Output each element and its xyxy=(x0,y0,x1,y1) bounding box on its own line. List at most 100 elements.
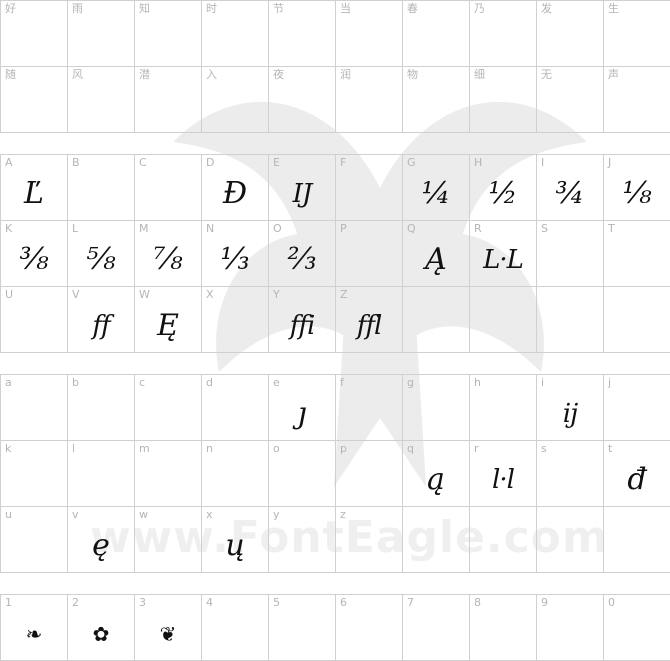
glyph-preview xyxy=(1,13,67,66)
glyph-preview xyxy=(135,519,201,572)
glyph-preview xyxy=(604,79,670,132)
glyph-preview xyxy=(604,607,670,660)
glyph-preview: ❦ xyxy=(159,621,177,646)
glyph-cell: - xyxy=(604,507,670,573)
glyph-preview xyxy=(1,299,67,352)
glyph-cell: g xyxy=(403,375,470,441)
glyph-preview: ⅛ xyxy=(622,175,652,211)
glyph-cell: tđ xyxy=(604,441,670,507)
glyph-preview xyxy=(336,387,402,440)
glyph-preview xyxy=(135,167,201,220)
glyph-preview xyxy=(403,607,469,660)
glyph-cell: 节 xyxy=(269,1,336,67)
glyph-cell: 当 xyxy=(336,1,403,67)
glyph-preview xyxy=(537,233,603,286)
glyph-cell: eȷ xyxy=(269,375,336,441)
glyph-preview xyxy=(403,13,469,66)
glyph-cell: E IJ xyxy=(269,155,336,221)
glyph-preview xyxy=(537,453,603,506)
glyph-cell: 发 xyxy=(537,1,604,67)
glyph-cell: 7 xyxy=(403,595,470,661)
glyph-cell: U xyxy=(1,287,68,353)
glyph-cell: 5 xyxy=(269,595,336,661)
glyph-preview: Ę xyxy=(157,307,179,343)
glyph-cell: G¼ xyxy=(403,155,470,221)
glyph-cell: 时 xyxy=(202,1,269,67)
glyph-preview xyxy=(135,387,201,440)
glyph-cell: l xyxy=(68,441,135,507)
glyph-cell: 生 xyxy=(604,1,670,67)
glyph-cell: - xyxy=(604,287,670,353)
glyph-cell: 随 xyxy=(1,67,68,133)
glyph-cell: 夜 xyxy=(269,67,336,133)
lowercase-glyph-grid: abcdeȷfghiijjklmnopqąrl·lstđuvęwxųyz---- xyxy=(0,374,670,573)
glyph-preview xyxy=(336,13,402,66)
glyph-preview: ę xyxy=(92,527,110,563)
glyph-preview: đ xyxy=(627,461,647,497)
glyph-preview xyxy=(403,79,469,132)
glyph-cell: j xyxy=(604,375,670,441)
glyph-cell: 入 xyxy=(202,67,269,133)
glyph-cell: J⅛ xyxy=(604,155,670,221)
glyph-cell: u xyxy=(1,507,68,573)
glyph-cell: i ij xyxy=(537,375,604,441)
glyph-preview xyxy=(537,79,603,132)
glyph-preview xyxy=(269,79,335,132)
glyph-cell: c xyxy=(135,375,202,441)
glyph-cell: F xyxy=(336,155,403,221)
glyph-preview: ⅜ xyxy=(19,241,49,277)
glyph-preview: Đ xyxy=(222,175,248,211)
glyph-preview xyxy=(470,607,536,660)
glyph-cell: 9 xyxy=(537,595,604,661)
glyph-cell: 8 xyxy=(470,595,537,661)
glyph-cell: 声 xyxy=(604,67,670,133)
glyph-cell: 春 xyxy=(403,1,470,67)
glyph-preview xyxy=(1,519,67,572)
glyph-preview xyxy=(336,167,402,220)
glyph-preview xyxy=(68,79,134,132)
glyph-preview: ⅞ xyxy=(153,241,183,277)
glyph-cell: a xyxy=(1,375,68,441)
glyph-preview xyxy=(604,387,670,440)
glyph-preview xyxy=(202,387,268,440)
glyph-cell: qą xyxy=(403,441,470,507)
glyph-cell: QĄ xyxy=(403,221,470,287)
glyph-cell: h xyxy=(470,375,537,441)
glyph-cell: 乃 xyxy=(470,1,537,67)
glyph-cell: 细 xyxy=(470,67,537,133)
glyph-preview xyxy=(470,387,536,440)
glyph-preview: ȷ xyxy=(297,395,307,431)
glyph-preview: IJ xyxy=(292,178,313,209)
glyph-cell: 6 xyxy=(336,595,403,661)
glyph-cell: AĽ xyxy=(1,155,68,221)
glyph-cell: Zffl xyxy=(336,287,403,353)
glyph-cell: Vff xyxy=(68,287,135,353)
glyph-cell: C xyxy=(135,155,202,221)
glyph-preview xyxy=(202,13,268,66)
glyph-preview: ų xyxy=(225,527,245,563)
glyph-cell: vę xyxy=(68,507,135,573)
glyph-preview: L·L xyxy=(483,244,524,275)
glyph-cell: 3 ❦ xyxy=(135,595,202,661)
glyph-cell: w xyxy=(135,507,202,573)
glyph-cell: 雨 xyxy=(68,1,135,67)
glyph-cell: I¾ xyxy=(537,155,604,221)
glyph-preview xyxy=(470,79,536,132)
glyph-cell: P xyxy=(336,221,403,287)
glyph-preview xyxy=(269,607,335,660)
glyph-cell: xų xyxy=(202,507,269,573)
glyph-preview xyxy=(202,607,268,660)
glyph-cell: DĐ xyxy=(202,155,269,221)
glyph-preview xyxy=(604,233,670,286)
glyph-cell: N⅓ xyxy=(202,221,269,287)
glyph-preview xyxy=(269,453,335,506)
glyph-preview: ½ xyxy=(488,175,518,211)
glyph-preview: ❧ xyxy=(25,621,43,646)
glyph-preview: ⅓ xyxy=(220,241,250,277)
glyph-cell: 物 xyxy=(403,67,470,133)
glyph-cell: 风 xyxy=(68,67,135,133)
glyph-cell: 知 xyxy=(135,1,202,67)
glyph-cell: - xyxy=(470,507,537,573)
glyph-cell: S xyxy=(537,221,604,287)
glyph-cell: f xyxy=(336,375,403,441)
